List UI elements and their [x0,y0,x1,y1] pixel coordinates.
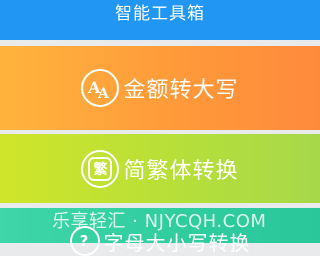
tool-label-amount-to-uppercase: 金额转大写 [123,78,239,103]
svg-text:A: A [97,86,110,102]
app-header: 智能工具箱 [0,0,320,40]
traditional-chinese-icon: 繁 [81,149,120,188]
aa-letters-icon: A A [81,69,120,107]
watermark: 乐享轻汇 · NJYCQH.COM [52,211,267,232]
tool-card-simplified-traditional[interactable]: 繁 简繁体转换 [0,134,320,203]
tool-card-amount-to-uppercase[interactable]: A A 金额转大写 [0,46,320,130]
tool-label-simplified-traditional: 简繁体转换 [123,158,239,184]
svg-text:?: ? [79,233,88,250]
traditional-glyph: 繁 [88,156,113,181]
page-title: 智能工具箱 [115,4,205,24]
